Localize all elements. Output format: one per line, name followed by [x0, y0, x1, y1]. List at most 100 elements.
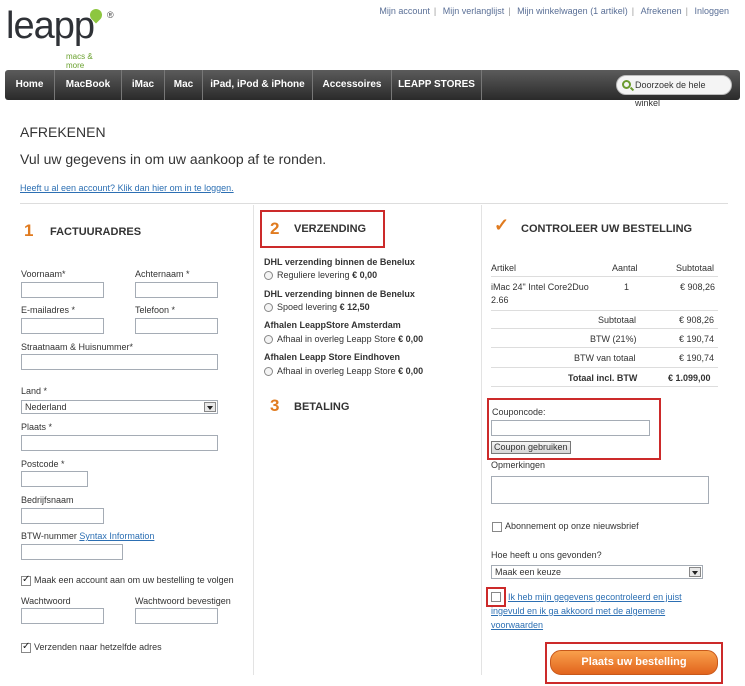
terms-link-line1[interactable]: Ik heb mijn gegevens gecontroleerd en ju…: [508, 592, 682, 602]
shipping-radio-express[interactable]: [264, 303, 273, 312]
password-field[interactable]: [21, 608, 104, 624]
password-label: Wachtwoord: [21, 596, 71, 606]
newsletter-checkbox[interactable]: [492, 522, 502, 532]
grand-total-value: € 1.099,00: [668, 373, 711, 383]
lastname-label: Achternaam *: [135, 269, 190, 279]
table-rule: [491, 310, 718, 311]
postcode-label: Postcode *: [21, 459, 65, 469]
terms-checkbox[interactable]: [491, 592, 501, 602]
vat-label-text: BTW-nummer: [21, 531, 77, 541]
country-label: Land *: [21, 386, 48, 396]
phone-label: Telefoon *: [135, 305, 176, 315]
col-header-subtotal: Subtotaal: [676, 263, 715, 273]
country-select[interactable]: Nederland: [21, 400, 218, 414]
shipping-method-title: Afhalen LeappStore Amsterdam: [264, 320, 401, 330]
found-select[interactable]: Maak een keuze: [491, 565, 703, 579]
shipping-option: Afhaal in overleg Leapp Store € 0,00: [277, 334, 424, 344]
company-field[interactable]: [21, 508, 104, 524]
shipping-radio-regular[interactable]: [264, 271, 273, 280]
item-qty: 1: [624, 282, 630, 292]
newsletter-label: Abonnement op onze nieuwsbrief: [505, 521, 639, 531]
firstname-field[interactable]: [21, 282, 104, 298]
shipping-radio-eindhoven[interactable]: [264, 367, 273, 376]
page-subtitle: Vul uw gegevens in om uw aankoop af te r…: [20, 151, 327, 167]
postcode-field[interactable]: [21, 471, 88, 487]
remarks-textarea[interactable]: [491, 476, 709, 504]
company-label: Bedrijfsnaam: [21, 495, 74, 505]
step-1-number: 1: [24, 221, 34, 240]
toplink-login[interactable]: Inloggen: [694, 6, 729, 16]
coupon-label: Couponcode:: [492, 407, 546, 417]
toplink-account[interactable]: Mijn account: [379, 6, 430, 16]
city-field[interactable]: [21, 435, 218, 451]
subtotal-value: € 908,26: [679, 315, 715, 325]
shipping-method-title: DHL verzending binnen de Benelux: [264, 257, 415, 267]
phone-field[interactable]: [135, 318, 218, 334]
logo-registered: ®: [107, 10, 114, 20]
item-name: iMac 24" Intel Core2Duo: [491, 282, 589, 292]
main-navbar: Home MacBook iMac Mac iPad, iPod & iPhon…: [5, 70, 740, 108]
email-label: E-mailadres *: [21, 305, 76, 315]
shipping-radio-amsterdam[interactable]: [264, 335, 273, 344]
terms-link-line3[interactable]: voorwaarden: [491, 620, 543, 630]
nav-macbook[interactable]: MacBook: [55, 70, 122, 100]
toplink-checkout[interactable]: Afrekenen: [641, 6, 682, 16]
vat-label: BTW-nummer Syntax Information: [21, 531, 154, 541]
billing-title: FACTUURADRES: [50, 226, 142, 238]
nav-home[interactable]: Home: [5, 70, 55, 100]
login-link[interactable]: Heeft u al een account? Klik dan hier om…: [20, 183, 234, 193]
vat-of-total-label: BTW van totaal: [574, 353, 636, 363]
table-rule: [491, 276, 718, 277]
leapp-logo[interactable]: leapp ® macs & more: [6, 4, 114, 70]
page-title: AFREKENEN: [20, 124, 106, 140]
vat-field[interactable]: [21, 544, 123, 560]
column-divider: [481, 205, 482, 675]
table-rule: [491, 347, 718, 348]
grand-total-label: Totaal incl. BTW: [568, 373, 638, 383]
step-3-number: 3: [270, 396, 280, 415]
table-rule: [491, 328, 718, 329]
terms-link-line2[interactable]: ingevuld en ik ga akkoord met de algemen…: [491, 606, 665, 616]
vat-syntax-link[interactable]: Syntax Information: [79, 531, 154, 541]
toplink-cart[interactable]: Mijn winkelwagen (1 artikel): [517, 6, 628, 16]
search-icon: [622, 80, 631, 89]
chevron-down-icon: [689, 567, 701, 577]
coupon-field[interactable]: [491, 420, 650, 436]
nav-ipad-ipod-iphone[interactable]: iPad, iPod & iPhone: [203, 70, 313, 100]
firstname-label: Voornaam*: [21, 269, 66, 279]
password-confirm-field[interactable]: [135, 608, 218, 624]
column-divider: [253, 205, 254, 675]
nav-leapp-stores[interactable]: LEAPP STORES: [392, 70, 482, 100]
col-header-qty: Aantal: [612, 263, 638, 273]
place-order-button[interactable]: Plaats uw bestelling: [550, 650, 718, 675]
vat-total-label: BTW (21%): [590, 334, 637, 344]
logo-tagline: macs & more: [66, 52, 93, 70]
same-address-label: Verzenden naar hetzelfde adres: [34, 642, 162, 652]
lastname-field[interactable]: [135, 282, 218, 298]
password-confirm-label: Wachtwoord bevestigen: [135, 596, 231, 606]
remarks-label: Opmerkingen: [491, 460, 546, 470]
same-address-checkbox[interactable]: [21, 641, 31, 653]
found-value: Maak een keuze: [495, 567, 562, 577]
search-label: Doorzoek de hele winkel: [635, 80, 706, 108]
nav-imac[interactable]: iMac: [122, 70, 165, 100]
shipping-option: Afhaal in overleg Leapp Store € 0,00: [277, 366, 424, 376]
found-label: Hoe heeft u ons gevonden?: [491, 550, 602, 560]
email-field[interactable]: [21, 318, 104, 334]
country-value: Nederland: [25, 402, 67, 412]
city-label: Plaats *: [21, 422, 53, 432]
col-header-article: Artikel: [491, 263, 517, 273]
street-field[interactable]: [21, 354, 218, 370]
apply-coupon-button[interactable]: Coupon gebruiken: [491, 441, 571, 454]
create-account-checkbox[interactable]: [21, 574, 31, 586]
item-price: € 908,26: [680, 282, 716, 292]
nav-accessoires[interactable]: Accessoires: [313, 70, 392, 100]
review-title: CONTROLEER UW BESTELLING: [521, 223, 693, 235]
nav-mac[interactable]: Mac: [165, 70, 203, 100]
search-button[interactable]: Doorzoek de hele winkel: [616, 75, 732, 108]
create-account-label: Maak een account aan om uw bestelling te…: [34, 575, 234, 585]
toplink-wishlist[interactable]: Mijn verlanglijst: [443, 6, 505, 16]
subtotal-label: Subtotaal: [598, 315, 637, 325]
payment-title: BETALING: [294, 401, 350, 413]
logo-wordmark: leapp: [6, 5, 95, 47]
